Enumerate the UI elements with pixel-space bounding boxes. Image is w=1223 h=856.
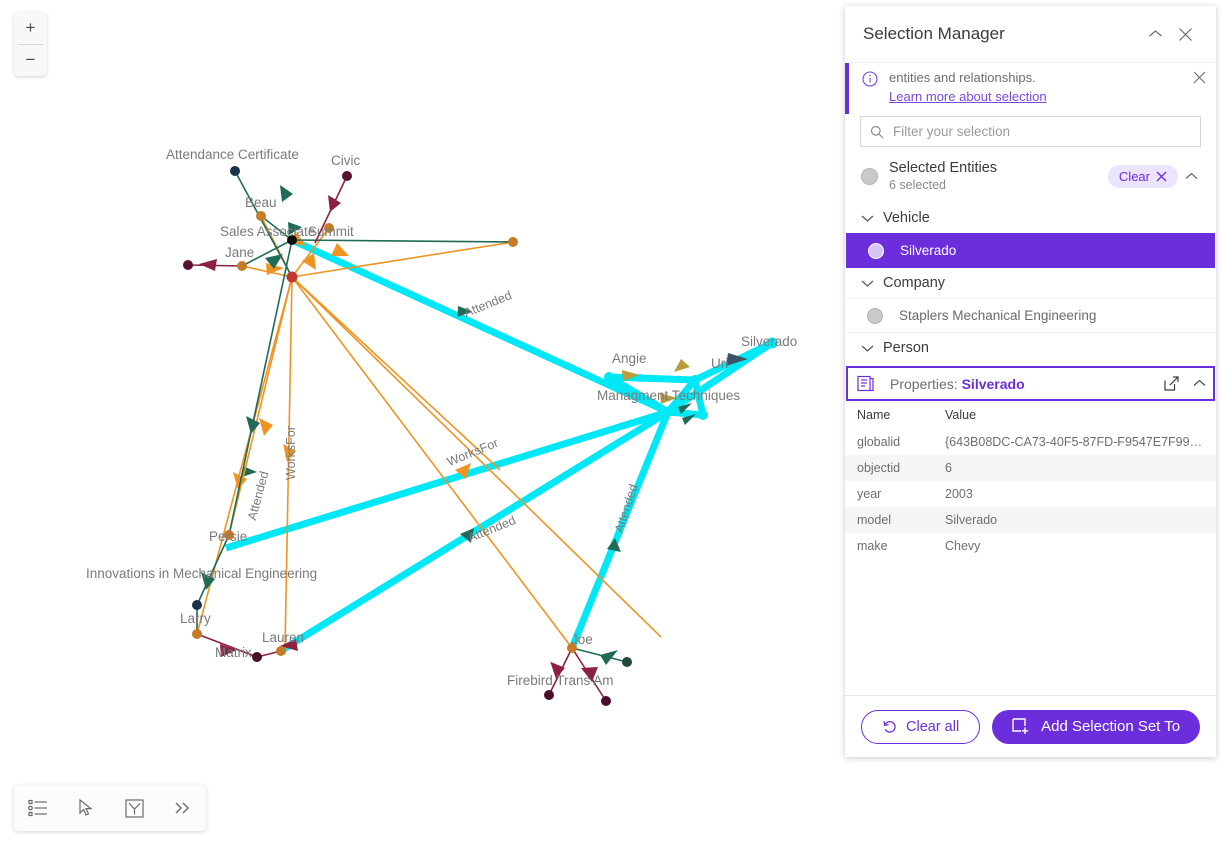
properties-table: NameValueglobalid{643B08DC-CA73-40F5-87F… — [845, 401, 1216, 695]
column-header-name: Name — [845, 408, 945, 422]
property-name: model — [845, 513, 945, 527]
info-circle-icon — [859, 71, 881, 87]
panel-close-button[interactable] — [1170, 19, 1200, 49]
property-value: Silverado — [945, 513, 1216, 527]
clear-all-button[interactable]: Clear all — [861, 710, 980, 744]
entity-list-item[interactable]: Staplers Mechanical Engineering — [845, 298, 1216, 333]
link-chart-canvas[interactable]: Attendance CertificateCivicBeauSales Ass… — [0, 0, 845, 856]
close-icon — [1156, 171, 1167, 182]
add-selection-label: Add Selection Set To — [1041, 718, 1180, 735]
app-root: Attendance CertificateCivicBeauSales Ass… — [0, 0, 1223, 856]
page-title: Selection Manager — [863, 24, 1140, 44]
properties-prefix: Properties: — [890, 376, 962, 392]
property-value: 2003 — [945, 487, 1216, 501]
entity-groups: Vehicle Silverado Company Staplers Mechanic… — [845, 203, 1216, 363]
link-chart-svg — [0, 0, 845, 856]
table-row: makeChevy — [845, 533, 1216, 559]
selected-entities-collapse-button[interactable] — [1178, 172, 1204, 181]
selection-manager-panel: Selection Manager entit — [845, 6, 1216, 757]
table-row: modelSilverado — [845, 507, 1216, 533]
selected-entities-radio[interactable] — [861, 168, 878, 185]
entity-radio[interactable] — [867, 308, 883, 324]
clear-selection-button[interactable]: Clear — [1108, 165, 1178, 188]
chevron-double-right-icon[interactable] — [158, 801, 206, 815]
properties-popout-button[interactable] — [1157, 376, 1185, 391]
property-name: globalid — [845, 435, 945, 449]
entity-label: Silverado — [884, 243, 956, 258]
table-row: globalid{643B08DC-CA73-40F5-87FD-F9547E7… — [845, 429, 1216, 455]
panel-header: Selection Manager — [845, 6, 1216, 63]
filter-row — [845, 116, 1216, 147]
selected-entities-text: Selected Entities 6 selected — [878, 159, 1108, 193]
entity-list-item[interactable]: Silverado — [846, 233, 1215, 268]
panel-collapse-button[interactable] — [1140, 19, 1170, 49]
entity-group-header[interactable]: Company — [845, 268, 1216, 298]
attended-edges — [197, 171, 627, 662]
property-name: make — [845, 539, 945, 553]
highlighted-edges — [226, 240, 772, 650]
chart-tools-toolbar[interactable] — [14, 785, 206, 831]
selected-entities-title: Selected Entities — [889, 159, 1108, 177]
column-header-value: Value — [945, 408, 1216, 422]
selected-entities-header: Selected Entities 6 selected Clear — [845, 147, 1216, 203]
entity-group-name: Person — [883, 340, 929, 356]
clear-all-label: Clear all — [906, 719, 959, 735]
search-icon — [861, 125, 893, 139]
entity-group-header[interactable]: Person — [845, 333, 1216, 363]
property-name: objectid — [845, 461, 945, 475]
properties-title: Properties: Silverado — [879, 376, 1157, 392]
filter-box[interactable] — [860, 116, 1201, 147]
chevron-down-icon — [861, 214, 883, 223]
zoom-out-button[interactable]: − — [14, 45, 47, 77]
entity-group-name: Company — [883, 275, 945, 291]
entity-radio[interactable] — [868, 243, 884, 259]
entity-label: Staplers Mechanical Engineering — [883, 308, 1096, 323]
property-value: 6 — [945, 461, 1216, 475]
panel-footer: Clear all Add Selection Set To — [845, 695, 1216, 757]
info-text-block: entities and relationships. Learn more a… — [881, 69, 1193, 106]
entity-group-header[interactable]: Vehicle — [845, 203, 1216, 233]
clear-label: Clear — [1119, 169, 1150, 184]
properties-document-icon — [857, 375, 879, 392]
info-message: entities and relationships. — [889, 69, 1193, 87]
info-banner: entities and relationships. Learn more a… — [845, 63, 1216, 114]
properties-collapse-button[interactable] — [1185, 379, 1213, 388]
property-value: Chevy — [945, 539, 1216, 553]
maroon-arrowheads — [199, 195, 598, 682]
zoom-control[interactable]: + − — [14, 12, 47, 76]
property-value: {643B08DC-CA73-40F5-87FD-F9547E7F99… — [945, 435, 1216, 449]
selected-entities-count: 6 selected — [889, 177, 1108, 193]
entity-group-name: Vehicle — [883, 210, 930, 226]
table-row: objectid6 — [845, 455, 1216, 481]
maroon-edges — [188, 176, 606, 701]
add-selection-set-button[interactable]: Add Selection Set To — [992, 710, 1200, 744]
chevron-down-icon — [861, 344, 883, 353]
add-square-icon — [1012, 718, 1030, 736]
undo-icon — [882, 719, 898, 735]
pointer-icon[interactable] — [62, 799, 110, 817]
property-name: year — [845, 487, 945, 501]
info-close-icon[interactable] — [1193, 69, 1206, 89]
link-chart-icon[interactable] — [110, 799, 158, 818]
zoom-in-button[interactable]: + — [14, 12, 47, 44]
properties-table-header: NameValue — [845, 401, 1216, 429]
filter-input[interactable] — [893, 124, 1200, 139]
properties-entity-name: Silverado — [962, 376, 1025, 392]
list-icon[interactable] — [14, 799, 62, 818]
chevron-down-icon — [861, 279, 883, 288]
properties-header[interactable]: Properties: Silverado — [846, 366, 1215, 401]
table-row: year2003 — [845, 481, 1216, 507]
learn-more-link[interactable]: Learn more about selection — [889, 89, 1047, 104]
